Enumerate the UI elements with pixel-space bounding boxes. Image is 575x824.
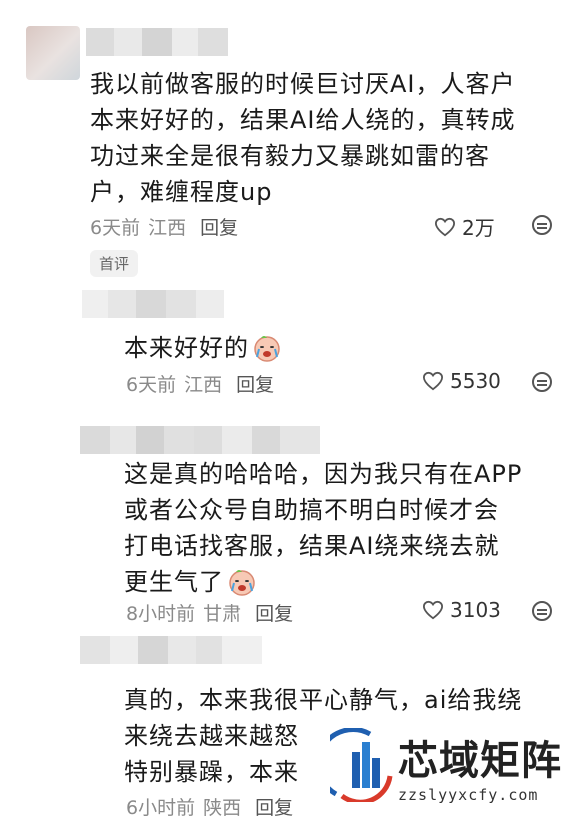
more-icon[interactable] (532, 372, 552, 392)
reply-button[interactable]: 回复 (236, 370, 274, 397)
reply-button[interactable]: 回复 (200, 213, 238, 240)
username-blurred[interactable] (80, 426, 320, 454)
watermark-url: zzslyyxcfy.com (398, 786, 539, 804)
username-blurred[interactable] (86, 28, 228, 56)
comment-time: 6小时前 (126, 797, 196, 819)
username-blurred[interactable] (80, 636, 262, 664)
reply-button[interactable]: 回复 (255, 599, 293, 626)
avatar[interactable] (26, 26, 80, 80)
comment-location: 江西 (184, 374, 223, 396)
comment-time: 6天前 (126, 374, 177, 396)
crying-emoji-icon (254, 336, 280, 362)
comment-location: 江西 (148, 217, 187, 239)
reply-button[interactable]: 回复 (255, 793, 293, 820)
first-comment-badge: 首评 (90, 250, 139, 277)
comment-text: 这是真的哈哈哈，因为我只有在APP 或者公众号自助搞不明白时候才会 打电话找客服… (124, 456, 522, 600)
comment-meta: 8小时前 甘肃 回复 (126, 599, 293, 626)
more-icon[interactable] (532, 215, 552, 235)
comment-text-content: 本来好好的 (124, 334, 249, 362)
comment-meta: 6小时前 陕西 回复 (126, 793, 293, 820)
like-count: 3103 (450, 598, 501, 622)
comment-time: 8小时前 (126, 603, 196, 625)
comment-text: 本来好好的 (124, 330, 283, 366)
comment-location: 甘肃 (203, 603, 242, 625)
username-blurred[interactable] (82, 290, 224, 318)
watermark-name: 芯域矩阵 (398, 738, 562, 784)
heart-icon (422, 371, 444, 391)
comment-location: 陕西 (203, 797, 242, 819)
comment-text-content: 这是真的哈哈哈，因为我只有在APP 或者公众号自助搞不明白时候才会 打电话找客服… (124, 460, 523, 596)
comment-meta: 6天前 江西 回复 (90, 213, 238, 240)
heart-icon (422, 600, 444, 620)
like-count: 5530 (450, 369, 501, 393)
building-logo-icon (330, 728, 393, 802)
crying-emoji-icon (229, 570, 255, 596)
like-button[interactable]: 5530 (422, 369, 501, 393)
comment-meta: 6天前 江西 回复 (126, 370, 274, 397)
like-count: 2万 (462, 216, 495, 240)
comment-time: 6天前 (90, 217, 141, 239)
comment-text: 我以前做客服的时候巨讨厌AI，人客户 本来好好的，结果AI给人绕的，真转成 功过… (90, 70, 516, 206)
watermark: 芯域矩阵 zzslyyxcfy.com (318, 718, 568, 818)
like-button[interactable]: 3103 (422, 598, 501, 622)
heart-icon (434, 217, 456, 236)
like-button[interactable]: 2万 (434, 212, 495, 241)
more-icon[interactable] (532, 601, 552, 621)
